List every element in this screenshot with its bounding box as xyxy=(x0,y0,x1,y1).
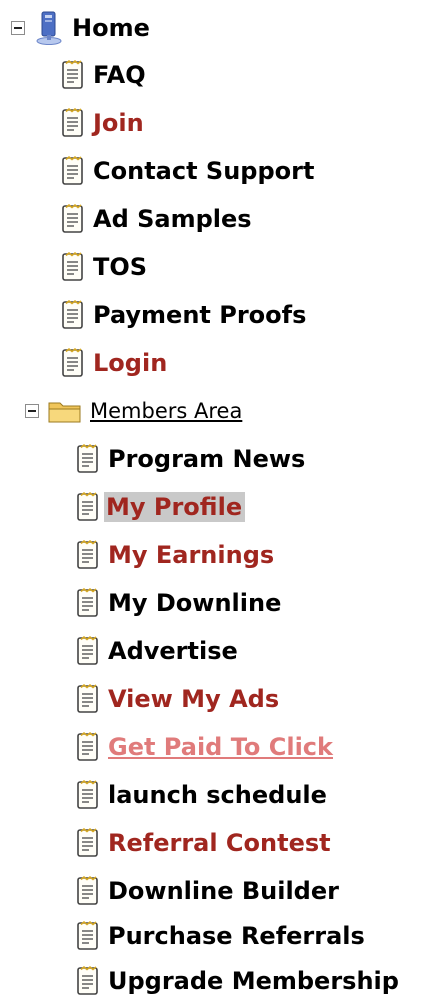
tree-label: Payment Proofs xyxy=(93,301,307,329)
tree-label: Upgrade Membership xyxy=(108,967,399,995)
tree-label: TOS xyxy=(93,253,148,281)
tree-label: Join xyxy=(93,109,144,137)
tree-label: Ad Samples xyxy=(93,205,252,233)
page-icon xyxy=(77,876,98,905)
tree-label-members-area: Members Area xyxy=(90,399,243,423)
tree-node-home[interactable]: Home xyxy=(11,6,150,50)
page-icon xyxy=(77,966,98,995)
tree-label: Advertise xyxy=(108,637,238,665)
page-icon xyxy=(62,60,83,89)
tree-label-link: Get Paid To Click xyxy=(108,733,333,761)
folder-icon xyxy=(48,402,81,423)
collapse-toggle-icon[interactable] xyxy=(11,21,25,35)
tree-item-upgrade-membership[interactable]: Upgrade Membership xyxy=(76,959,399,1003)
tree-item-login[interactable]: Login xyxy=(61,341,167,385)
tree-item-referral-contest[interactable]: Referral Contest xyxy=(76,821,331,865)
tree-item-downline-builder[interactable]: Downline Builder xyxy=(76,869,339,913)
tree-item-join[interactable]: Join xyxy=(61,101,144,145)
tree-label: Purchase Referrals xyxy=(108,922,365,950)
page-icon xyxy=(62,156,83,185)
page-icon xyxy=(77,732,98,761)
tree-item-my-profile[interactable]: My Profile xyxy=(76,485,246,529)
tree-label: Contact Support xyxy=(93,157,315,185)
page-icon xyxy=(77,684,98,713)
tree-label: launch schedule xyxy=(108,781,327,809)
tree-label: My Downline xyxy=(108,589,282,617)
tree-item-tos[interactable]: TOS xyxy=(61,245,147,289)
page-icon xyxy=(77,921,98,950)
tree-label: Login xyxy=(93,349,168,377)
tree-item-my-earnings[interactable]: My Earnings xyxy=(76,533,274,577)
page-icon xyxy=(77,828,98,857)
tree-label: Downline Builder xyxy=(108,877,339,905)
tree-label-selected: My Profile xyxy=(104,492,246,522)
tree-label: FAQ xyxy=(93,61,146,89)
tree-item-launch-schedule[interactable]: launch schedule xyxy=(76,773,327,817)
tree-label: View My Ads xyxy=(108,685,280,713)
tree-item-ad-samples[interactable]: Ad Samples xyxy=(61,197,252,241)
collapse-toggle-icon[interactable] xyxy=(25,404,39,418)
page-icon xyxy=(62,300,83,329)
page-icon xyxy=(62,204,83,233)
home-computer-icon xyxy=(36,11,62,45)
navigation-tree: Home FAQ Join Contact Support Ad Samples… xyxy=(0,0,425,1001)
tree-node-members-area[interactable]: Members Area xyxy=(25,389,242,433)
page-icon xyxy=(77,636,98,665)
tree-item-program-news[interactable]: Program News xyxy=(76,437,305,481)
tree-item-purchase-referrals[interactable]: Purchase Referrals xyxy=(76,914,365,958)
tree-label: Program News xyxy=(108,445,306,473)
tree-item-contact-support[interactable]: Contact Support xyxy=(61,149,314,193)
page-icon xyxy=(62,252,83,281)
page-icon xyxy=(62,348,83,377)
page-icon xyxy=(77,588,98,617)
page-icon xyxy=(77,780,98,809)
page-icon xyxy=(77,444,98,473)
tree-item-payment-proofs[interactable]: Payment Proofs xyxy=(61,293,306,337)
tree-item-advertise[interactable]: Advertise xyxy=(76,629,238,673)
tree-item-my-downline[interactable]: My Downline xyxy=(76,581,281,625)
tree-item-get-paid-to-click[interactable]: Get Paid To Click xyxy=(76,725,333,769)
page-icon xyxy=(62,108,83,137)
tree-label-home: Home xyxy=(72,14,150,42)
page-icon xyxy=(77,492,98,521)
tree-label: Referral Contest xyxy=(108,829,331,857)
tree-label: My Earnings xyxy=(108,541,275,569)
tree-item-faq[interactable]: FAQ xyxy=(61,53,146,97)
page-icon xyxy=(77,540,98,569)
tree-item-view-my-ads[interactable]: View My Ads xyxy=(76,677,279,721)
